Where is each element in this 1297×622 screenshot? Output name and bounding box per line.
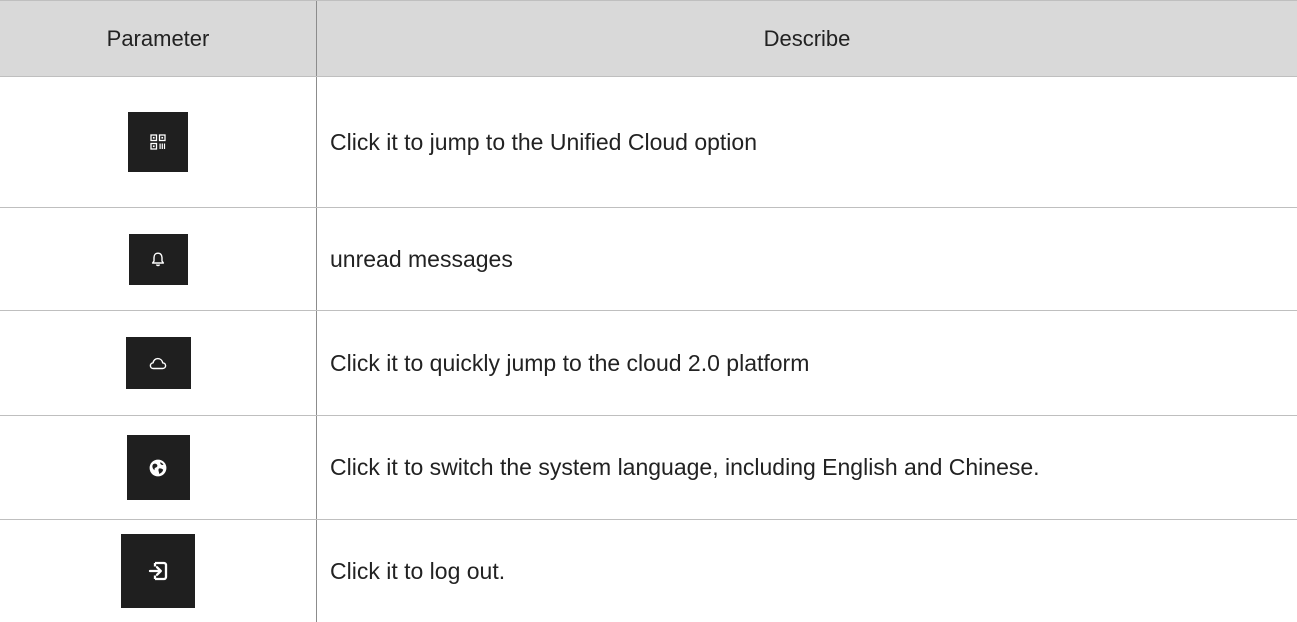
parameter-cell xyxy=(0,311,317,415)
parameter-cell xyxy=(0,416,317,519)
cloud-icon xyxy=(125,337,191,389)
parameter-cell xyxy=(0,77,317,207)
description-cell: Click it to switch the system language, … xyxy=(330,454,1040,480)
qr-code-icon xyxy=(128,112,188,172)
parameter-table: Parameter Describe Click it to jump to t… xyxy=(0,0,1297,622)
table-header-row: Parameter Describe xyxy=(0,0,1297,77)
description-cell: unread messages xyxy=(330,245,513,272)
description-cell: Click it to jump to the Unified Cloud op… xyxy=(330,128,757,155)
description-cell: Click it to quickly jump to the cloud 2.… xyxy=(330,349,810,376)
table-row: Click it to switch the system language, … xyxy=(0,416,1297,520)
header-parameter: Parameter xyxy=(0,1,317,76)
table-row: Click it to jump to the Unified Cloud op… xyxy=(0,77,1297,208)
parameter-cell xyxy=(0,520,317,622)
table-row: unread messages xyxy=(0,208,1297,311)
description-cell: Click it to log out. xyxy=(330,557,506,584)
logout-icon xyxy=(121,534,195,608)
parameter-cell xyxy=(0,208,317,310)
header-describe: Describe xyxy=(763,25,851,51)
table-row: Click it to quickly jump to the cloud 2.… xyxy=(0,311,1297,416)
bell-icon xyxy=(128,233,188,285)
table-row: Click it to log out. xyxy=(0,520,1297,622)
globe-icon xyxy=(126,435,190,500)
